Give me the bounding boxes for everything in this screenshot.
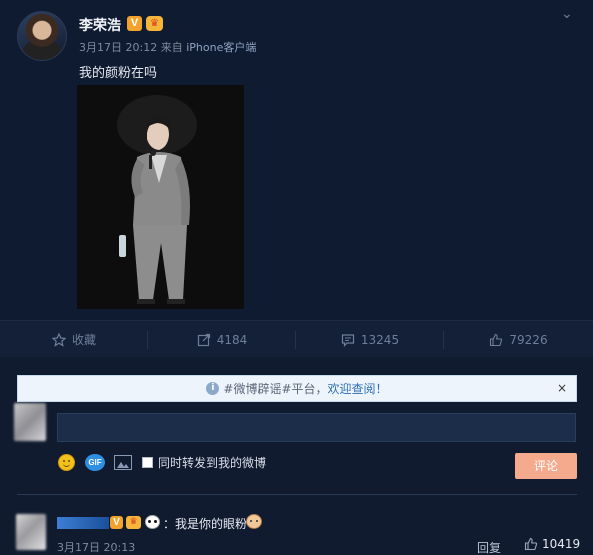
- current-user-avatar[interactable]: [14, 403, 46, 441]
- like-button[interactable]: 79226: [444, 321, 593, 358]
- comment-like-count: 10419: [542, 537, 581, 551]
- comment-like-button[interactable]: 10419: [524, 537, 580, 551]
- post-source[interactable]: iPhone客户端: [186, 41, 256, 54]
- chevron-down-icon[interactable]: ⌄: [561, 6, 573, 22]
- repost-checkbox[interactable]: [142, 456, 153, 468]
- comment-time: 3月17日 20:13: [57, 541, 136, 554]
- star-icon: [51, 332, 66, 347]
- author-avatar[interactable]: [17, 11, 67, 61]
- member-crown-icon: ♛: [146, 16, 163, 31]
- favorite-button[interactable]: 收藏: [0, 321, 148, 358]
- thumbs-up-icon: [490, 333, 503, 346]
- comment-icon: [341, 333, 355, 347]
- comment-text: ：我是你的眼粉: [163, 517, 248, 531]
- thumbs-up-icon: [524, 537, 538, 551]
- weibo-post: 李荣浩 V ♛ ⌄ 3月17日 20:12 来自 iPhone客户端 我的颜粉在…: [0, 0, 593, 320]
- emoji-icon[interactable]: [58, 453, 75, 471]
- repost-count: 4184: [216, 332, 248, 347]
- commenter-name-redacted[interactable]: [57, 517, 109, 529]
- gif-icon[interactable]: GIF: [85, 453, 105, 471]
- favorite-label: 收藏: [71, 333, 96, 347]
- like-count: 79226: [509, 332, 548, 347]
- repost-button[interactable]: 4184: [148, 321, 296, 358]
- comment-count: 13245: [360, 332, 400, 347]
- notice-text: #微博辟谣#平台，: [223, 382, 328, 396]
- commenter-avatar[interactable]: [16, 514, 46, 550]
- verified-badge-icon: V: [110, 516, 123, 529]
- composer-toolbar: GIF 同时转发到我的微博: [58, 452, 266, 472]
- divider: [17, 494, 577, 495]
- post-date[interactable]: 3月17日 20:12: [79, 41, 157, 54]
- reply-button[interactable]: 回复: [477, 539, 501, 555]
- comment-count-button[interactable]: 13245: [296, 321, 444, 358]
- comment-input[interactable]: [57, 413, 576, 442]
- post-photo[interactable]: [77, 85, 244, 309]
- post-meta: 3月17日 20:12 来自 iPhone客户端: [79, 39, 256, 55]
- member-crown-icon: ♛: [126, 516, 141, 529]
- info-icon: i: [206, 382, 220, 395]
- author-name[interactable]: 李荣浩: [79, 15, 121, 35]
- repost-icon: [197, 333, 210, 346]
- post-action-bar: 收藏 4184 13245 79226: [0, 320, 593, 357]
- performer-on-stage-illustration: [77, 85, 244, 309]
- post-text: 我的颜粉在吗: [79, 66, 158, 81]
- image-icon[interactable]: [114, 454, 132, 470]
- submit-comment-button[interactable]: 评论: [515, 453, 577, 479]
- post-source-prefix: 来自: [160, 41, 183, 54]
- rumor-notice-banner: i #微博辟谣#平台， 欢迎查阅！ ×: [17, 375, 577, 402]
- notice-link[interactable]: 欢迎查阅！: [328, 380, 388, 397]
- close-icon[interactable]: ×: [557, 381, 567, 395]
- repost-checkbox-label[interactable]: 同时转发到我的微博: [158, 454, 266, 471]
- panda-emoji-icon: [145, 515, 160, 529]
- cat-emoji-icon: [246, 514, 262, 529]
- verified-badge-icon: V: [127, 16, 142, 31]
